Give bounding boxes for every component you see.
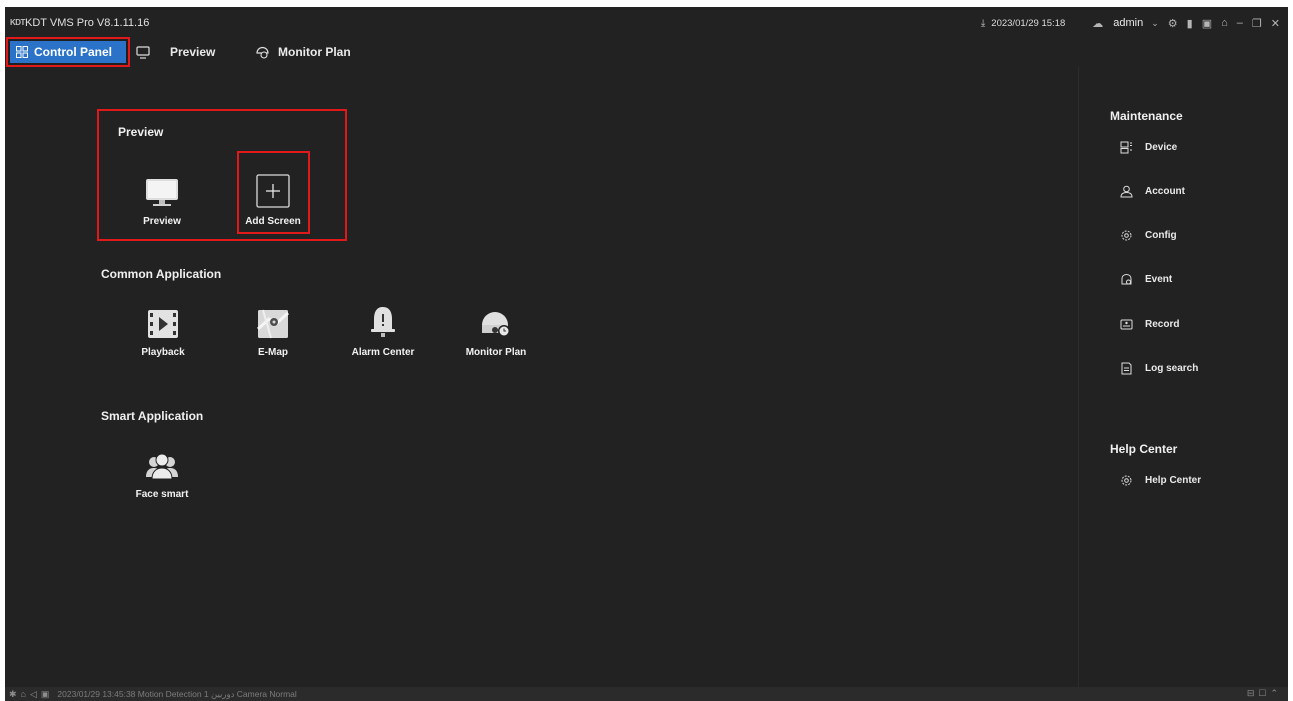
plus-box-icon (256, 174, 290, 208)
chevron-down-icon[interactable]: ⌄ (1151, 18, 1159, 29)
app-logo: KDT (10, 18, 25, 27)
tile-emap-label: E-Map (258, 347, 288, 358)
section-title-common: Common Application (101, 267, 222, 281)
monitor-icon (136, 45, 150, 59)
cloud-icon[interactable]: ☁ (1092, 17, 1103, 30)
device-icon (1120, 141, 1132, 154)
tile-playback[interactable]: Playback (118, 295, 208, 358)
tab-control-panel-label: Control Panel (34, 45, 113, 59)
download-icon[interactable]: ⤓ (981, 18, 985, 29)
title-bar: KDT KDT VMS Pro V8.1.11.16 ⤓ 2023/01/29 … (5, 7, 1288, 37)
control-panel-main: Preview Preview Add Screen Common Applic… (5, 67, 1078, 687)
grid-icon (16, 46, 28, 58)
tab-monitor-plan[interactable]: Monitor Plan (255, 42, 351, 62)
sidebar-item-event[interactable]: Event (1120, 273, 1172, 286)
right-panel: Maintenance Device Account Config Event (1078, 67, 1288, 687)
sidebar-item-config[interactable]: Config (1120, 229, 1177, 242)
monitor-icon (146, 179, 178, 206)
tile-face-smart[interactable]: Face smart (117, 437, 207, 500)
tile-add-screen[interactable]: Add Screen (228, 164, 318, 227)
app-title: KDT VMS Pro V8.1.11.16 (25, 17, 150, 29)
sidebar-item-help-center[interactable]: Help Center (1120, 474, 1201, 487)
tile-preview-label: Preview (143, 216, 181, 227)
sidebar-item-record[interactable]: Record (1120, 318, 1179, 331)
tab-control-panel[interactable]: Control Panel (6, 37, 130, 67)
minimize-icon[interactable]: – (1237, 17, 1243, 29)
section-title-preview: Preview (118, 125, 164, 139)
title-bar-controls: ⤓ 2023/01/29 15:18 ☁ admin ⌄ ⚙ ▮ ▣ ⌂ – ❐… (981, 13, 1280, 33)
settings-icon[interactable]: ⚙ (1168, 17, 1178, 30)
people-icon (146, 453, 178, 480)
help-title: Help Center (1110, 442, 1178, 456)
sidebar-item-help-center-label: Help Center (1145, 475, 1202, 486)
tile-monitor-plan[interactable]: Monitor Plan (451, 295, 541, 358)
close-icon[interactable]: ✕ (1271, 17, 1280, 30)
status-controls: ⊟☐⌃ (1247, 688, 1282, 699)
lock-screen-icon[interactable]: ⊟ (1247, 688, 1259, 698)
alarm-light-icon[interactable]: ✱ (9, 689, 17, 700)
status-bar: ✱ ⌂ ◁ ▣ 2023/01/29 13:45:38 Motion Detec… (5, 687, 1288, 701)
tile-face-smart-label: Face smart (135, 489, 189, 500)
tile-emap[interactable]: E-Map (228, 295, 318, 358)
user-icon (1120, 185, 1133, 198)
sidebar-item-device-label: Device (1145, 142, 1178, 153)
gear-icon (1121, 230, 1132, 241)
tile-playback-label: Playback (141, 347, 185, 358)
status-message: 2023/01/29 13:45:38 Motion Detection 1 د… (57, 688, 297, 699)
clock-display: 2023/01/29 15:18 (991, 17, 1066, 29)
restore-icon[interactable]: ❐ (1252, 17, 1262, 30)
tab-preview-label: Preview (170, 45, 216, 59)
sidebar-item-account-label: Account (1145, 186, 1185, 197)
tab-preview[interactable]: Preview (136, 42, 215, 62)
event-icon (1121, 273, 1132, 285)
sidebar-item-record-label: Record (1145, 319, 1180, 330)
sidebar-item-config-label: Config (1145, 230, 1177, 241)
record-icon (1120, 319, 1133, 330)
bell-icon (371, 307, 395, 337)
gear-icon (1121, 475, 1132, 486)
dome-camera-icon (256, 46, 269, 59)
nav-tabs: Control Panel Preview Monitor Plan (5, 37, 1288, 67)
tile-add-screen-label: Add Screen (245, 216, 301, 227)
tile-alarm-center-label: Alarm Center (351, 347, 415, 358)
section-title-smart: Smart Application (101, 409, 204, 423)
film-play-icon (148, 310, 178, 338)
sidebar-item-account[interactable]: Account (1120, 185, 1185, 198)
tile-monitor-plan-label: Monitor Plan (465, 347, 527, 358)
dome-camera-clock-icon (482, 312, 510, 337)
sidebar-item-event-label: Event (1145, 274, 1173, 285)
sidebar-item-log-search-label: Log search (1145, 363, 1199, 374)
window-icon[interactable]: ☐ (1258, 688, 1270, 698)
tab-monitor-plan-label: Monitor Plan (278, 45, 351, 59)
notification-icon[interactable]: ⌂ (21, 689, 26, 699)
sidebar-item-device[interactable]: Device (1120, 141, 1177, 154)
screenshot-icon[interactable]: ▣ (1202, 17, 1212, 30)
user-name[interactable]: admin (1113, 17, 1143, 29)
speaker-icon[interactable]: ◁ (30, 689, 37, 700)
lock-icon[interactable]: ⌂ (1221, 17, 1228, 29)
document-icon (1121, 362, 1132, 375)
tile-preview[interactable]: Preview (117, 164, 207, 227)
sidebar-item-log-search[interactable]: Log search (1120, 362, 1198, 375)
stats-icon[interactable]: ▮ (1187, 17, 1193, 30)
tile-alarm-center[interactable]: Alarm Center (338, 295, 428, 358)
map-icon (257, 309, 289, 339)
expand-up-icon[interactable]: ⌃ (1270, 688, 1282, 698)
screen-icon[interactable]: ▣ (41, 689, 50, 700)
maintenance-title: Maintenance (1110, 109, 1183, 123)
app-window: KDT KDT VMS Pro V8.1.11.16 ⤓ 2023/01/29 … (5, 7, 1288, 701)
